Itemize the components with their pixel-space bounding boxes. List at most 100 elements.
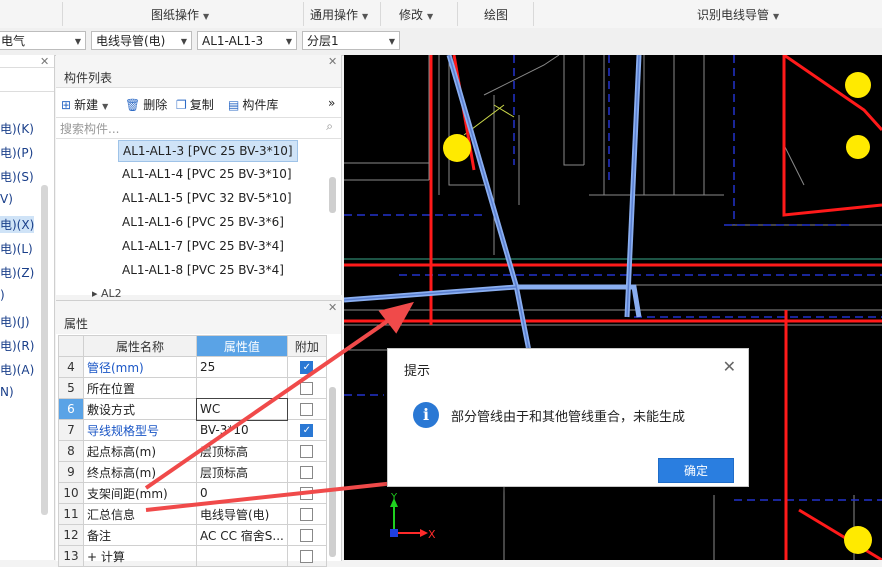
- property-value[interactable]: AC CC 宿舍S...: [196, 524, 288, 546]
- component-item[interactable]: AL1-AL1-4 [PVC 25 BV-3*10]: [118, 164, 296, 184]
- property-value[interactable]: [196, 545, 288, 567]
- tree-group[interactable]: ▸ AL2: [92, 287, 122, 300]
- attach-checkbox[interactable]: [300, 403, 314, 416]
- chevron-down-icon: ▼: [388, 37, 395, 46]
- row-index: 8: [58, 440, 84, 462]
- category-item[interactable]: 电)(L): [0, 240, 33, 257]
- property-row[interactable]: 4 管径(mm) 25 ✓: [58, 356, 327, 378]
- attach-checkbox[interactable]: [300, 529, 314, 542]
- property-value[interactable]: [196, 377, 288, 399]
- close-icon[interactable]: ✕: [328, 55, 337, 68]
- delete-button[interactable]: 🗑 删除: [125, 96, 167, 113]
- property-row[interactable]: 11 汇总信息 电线导管(电): [58, 503, 327, 525]
- category-item[interactable]: 电)(Z): [0, 264, 34, 281]
- property-row[interactable]: 8 起点标高(m) 层顶标高: [58, 440, 327, 462]
- category-item[interactable]: 电)(K): [0, 120, 34, 137]
- category-item[interactable]: 电)(J): [0, 313, 30, 330]
- component-list-panel: 构件列表 ✕ ⊞ 新建 ▼ 🗑 删除 ❐ 复制 ▤ 构件库 » 搜索构件... ⌕ AL1…: [56, 55, 342, 300]
- scrollbar[interactable]: [41, 185, 48, 515]
- property-name: 支架间距(mm): [83, 482, 197, 504]
- new-button[interactable]: ⊞ 新建 ▼: [61, 96, 108, 113]
- property-name: 终点标高(m): [83, 461, 197, 483]
- property-name: 所在位置: [83, 377, 197, 399]
- attach-checkbox[interactable]: [300, 508, 314, 521]
- scrollbar[interactable]: [329, 177, 336, 213]
- attach-checkbox[interactable]: ✓: [300, 361, 314, 374]
- ribbon-separator: [303, 2, 304, 26]
- ribbon-modify[interactable]: 修改 ▼: [399, 6, 433, 23]
- property-value[interactable]: 层顶标高: [196, 461, 288, 483]
- component-item[interactable]: AL1-AL1-3 [PVC 25 BV-3*10]: [118, 140, 298, 162]
- property-value[interactable]: 层顶标高: [196, 440, 288, 462]
- property-row[interactable]: 13 + 计算: [58, 545, 327, 567]
- dialog-message: 部分管线由于和其他管线重合，未能生成: [451, 410, 686, 425]
- row-index: 5: [58, 377, 84, 399]
- ribbon-identify-wire[interactable]: 识别电线导管 ▼: [697, 6, 779, 23]
- category-item[interactable]: 电)(P): [0, 144, 33, 161]
- ribbon-drawing-ops[interactable]: 图纸操作 ▼: [151, 6, 209, 23]
- property-row[interactable]: 5 所在位置: [58, 377, 327, 399]
- attach-checkbox[interactable]: ✓: [300, 424, 314, 437]
- close-icon[interactable]: ✕: [723, 357, 736, 376]
- row-index: 10: [58, 482, 84, 504]
- more-icon[interactable]: »: [328, 96, 335, 110]
- attach-checkbox[interactable]: [300, 487, 314, 500]
- ribbon-bar: 图纸操作 ▼ 通用操作 ▼ 修改 ▼ 绘图 识别电线导管 ▼: [0, 0, 882, 29]
- library-button[interactable]: ▤ 构件库: [228, 96, 278, 113]
- scrollbar[interactable]: [329, 387, 336, 557]
- x-axis-label: X: [428, 528, 436, 541]
- chevron-down-icon: ▼: [102, 102, 109, 111]
- component-item[interactable]: AL1-AL1-8 [PVC 25 BV-3*4]: [118, 260, 288, 280]
- ok-button[interactable]: 确定: [658, 458, 734, 483]
- attach-checkbox[interactable]: [300, 445, 314, 458]
- discipline-select[interactable]: 电气 ▼: [0, 31, 86, 50]
- property-value[interactable]: 0: [196, 482, 288, 504]
- property-name: 起点标高(m): [83, 440, 197, 462]
- chevron-down-icon: ▼: [362, 12, 369, 21]
- category-item[interactable]: ): [0, 288, 5, 302]
- search-icon[interactable]: ⌕: [326, 119, 333, 134]
- component-item[interactable]: AL1-AL1-7 [PVC 25 BV-3*4]: [118, 236, 288, 256]
- property-title: 属性: [64, 317, 89, 331]
- component-item[interactable]: AL1-AL1-6 [PVC 25 BV-3*6]: [118, 212, 288, 232]
- category-item[interactable]: N): [0, 385, 14, 399]
- attach-checkbox[interactable]: [300, 382, 314, 395]
- category-item[interactable]: 电)(A): [0, 361, 34, 378]
- category-item[interactable]: 电)(S): [0, 168, 34, 185]
- header-name: 属性名称: [83, 335, 197, 357]
- copy-button[interactable]: ❐ 复制: [176, 96, 214, 113]
- property-value[interactable]: 电线导管(电): [196, 503, 288, 525]
- ribbon-draw[interactable]: 绘图: [484, 6, 508, 23]
- header-attach: 附加: [286, 335, 327, 357]
- type-select[interactable]: 电线导管(电) ▼: [91, 31, 192, 50]
- row-index: 12: [58, 524, 84, 546]
- property-row[interactable]: 7 导线规格型号 BV-3*10 ✓: [58, 419, 327, 441]
- property-value[interactable]: WC: [195, 397, 289, 421]
- row-index: 11: [58, 503, 84, 525]
- category-item[interactable]: 电)(X): [0, 216, 34, 233]
- component-item[interactable]: AL1-AL1-5 [PVC 32 BV-5*10]: [118, 188, 296, 208]
- dialog-title: 提示: [404, 364, 431, 379]
- property-row[interactable]: 12 备注 AC CC 宿舍S...: [58, 524, 327, 546]
- property-row[interactable]: 10 支架间距(mm) 0: [58, 482, 327, 504]
- attach-checkbox[interactable]: [300, 466, 314, 479]
- chevron-down-icon: ▼: [203, 12, 210, 21]
- property-value[interactable]: 25: [196, 356, 288, 378]
- category-item[interactable]: 电)(R): [0, 337, 34, 354]
- category-item[interactable]: V): [0, 192, 13, 206]
- property-row[interactable]: 6 敷设方式 WC: [58, 397, 327, 421]
- ribbon-general-ops[interactable]: 通用操作 ▼: [310, 6, 368, 23]
- search-input[interactable]: 搜索构件...: [60, 120, 119, 137]
- row-index: 9: [58, 461, 84, 483]
- attach-checkbox[interactable]: [300, 550, 314, 563]
- component-select[interactable]: AL1-AL1-3 ▼: [197, 31, 297, 50]
- layer-select[interactable]: 分层1 ▼: [302, 31, 400, 50]
- axes-indicator: Y X: [390, 492, 436, 541]
- property-row[interactable]: 9 终点标高(m) 层顶标高: [58, 461, 327, 483]
- property-table: 属性名称 属性值 附加 4 管径(mm) 25 ✓ 5 所在位置 6 敷设方式 WC 7 导线规格型…: [58, 335, 327, 567]
- property-value[interactable]: BV-3*10: [196, 419, 288, 441]
- close-icon[interactable]: ✕: [328, 301, 337, 314]
- y-axis-label: Y: [390, 492, 398, 503]
- property-name: 敷设方式: [83, 398, 197, 420]
- info-icon: i: [413, 402, 439, 428]
